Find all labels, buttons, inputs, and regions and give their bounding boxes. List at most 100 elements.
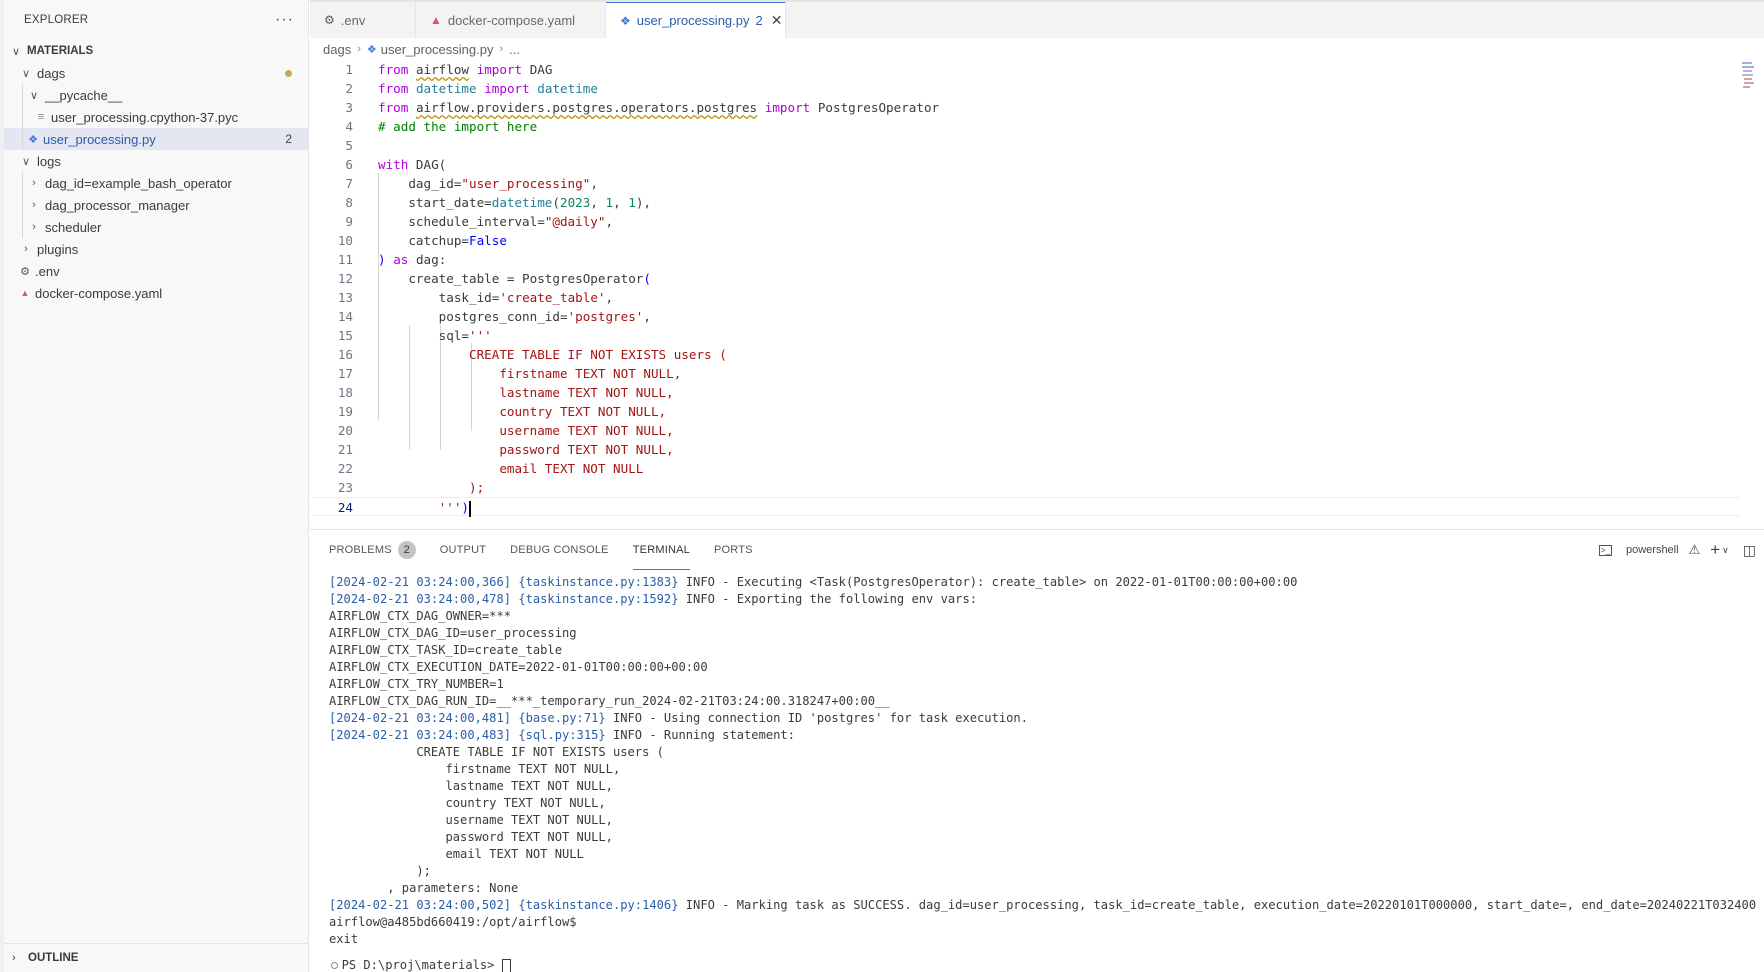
code-line-19: 19 country TEXT NOT NULL, — [337, 404, 667, 419]
log-message: username TEXT NOT NULL, — [329, 813, 613, 827]
log-message: INFO - Using connection ID 'postgres' fo… — [605, 711, 1028, 725]
code-line-8: 8 start_date=datetime(2023, 1, 1), — [345, 195, 652, 210]
tree-item-dag-processor-manager[interactable]: › dag_processor_manager — [4, 194, 308, 216]
code-line-20: 20 username TEXT NOT NULL, — [337, 423, 674, 438]
log-source[interactable]: {taskinstance.py:1592} — [518, 592, 678, 606]
terminal-prompt[interactable]: PS D:\proj\materials> — [316, 938, 511, 972]
problem-count-badge: 2 — [285, 132, 292, 146]
tree-item-dags[interactable]: ∨ dags — [4, 62, 308, 84]
terminal-shell-selector[interactable]: >_ powershell — [1589, 544, 1679, 556]
python-icon: ❖ — [366, 43, 377, 56]
code-line-5: 5 — [345, 138, 353, 153]
log-message: AIRFLOW_CTX_DAG_ID=user_processing — [329, 626, 577, 640]
terminal-line: AIRFLOW_CTX_TRY_NUMBER=1 — [329, 676, 1764, 693]
log-source[interactable]: {taskinstance.py:1383} — [518, 575, 678, 589]
tree-item-scheduler[interactable]: › scheduler — [4, 216, 308, 238]
code-line-2: 2 from datetime import datetime — [345, 81, 598, 96]
prompt-text: PS D:\proj\materials> — [341, 958, 502, 972]
tab-docker-compose[interactable]: ▲ docker-compose.yaml — [416, 2, 606, 38]
indent-guide — [22, 84, 23, 106]
warning-icon[interactable]: ⚠ — [1689, 542, 1701, 558]
tab-env[interactable]: ⚙ .env — [310, 2, 416, 38]
terminal-line: AIRFLOW_CTX_DAG_ID=user_processing — [329, 625, 1764, 642]
terminal-output[interactable]: [2024-02-21 03:24:00,366] {taskinstance.… — [329, 574, 1764, 948]
tab-problems[interactable]: PROBLEMS 2 — [329, 530, 416, 570]
tree-item-label: dag_processor_manager — [45, 197, 190, 213]
prompt-status-icon — [330, 962, 338, 969]
tree-item-label: user_processing.cpython-37.pyc — [51, 109, 239, 125]
terminal-line: country TEXT NOT NULL, — [329, 795, 1764, 812]
terminal-line: [2024-02-21 03:24:00,481] {base.py:71} I… — [329, 710, 1764, 727]
tree-item-dag-id-example-bash-operator[interactable]: › dag_id=example_bash_operator — [4, 172, 308, 194]
gear-icon: ⚙ — [324, 13, 335, 27]
minimap-preview-icon — [1742, 62, 1754, 88]
breadcrumb-more[interactable]: ... — [509, 42, 520, 57]
log-message: lastname TEXT NOT NULL, — [329, 779, 613, 793]
more-actions-icon[interactable]: ··· — [275, 11, 294, 29]
tab-label: PROBLEMS — [329, 544, 392, 556]
tab-terminal[interactable]: TERMINAL — [632, 530, 690, 570]
chevron-right-icon: › — [32, 177, 36, 189]
tree-item-user-processing-py[interactable]: ❖ user_processing.py 2 — [4, 128, 308, 150]
tree-item-plugins[interactable]: › plugins — [4, 238, 308, 260]
gear-icon: ⚙ — [20, 265, 30, 278]
chevron-down-icon: ∨ — [21, 155, 31, 168]
python-icon: ❖ — [28, 133, 38, 146]
code-editor[interactable]: 1 from airflow import DAG 2 from datetime … — [310, 60, 1754, 520]
modified-dot-icon — [285, 69, 292, 77]
chevron-down-icon[interactable]: ∨ — [1722, 545, 1729, 556]
code-line-12: 12 create_table = PostgresOperator( — [337, 271, 651, 286]
code-line-23: 23 ); — [337, 480, 485, 495]
tab-output[interactable]: OUTPUT — [440, 530, 486, 570]
code-line-4: 4 # add the import here — [345, 119, 538, 134]
code-line-10: 10 catchup=False — [337, 233, 507, 248]
terminal-line: airflow@a485bd660419:/opt/airflow$ — [329, 914, 1764, 931]
tree-item-label: __pycache__ — [45, 87, 123, 103]
tree-item-env[interactable]: ⚙ .env — [4, 260, 308, 282]
terminal-line: [2024-02-21 03:24:00,483] {sql.py:315} I… — [329, 727, 1764, 744]
tree-root-materials[interactable]: ∨ MATERIALS — [4, 40, 308, 62]
terminal-line: , parameters: None — [329, 880, 1764, 897]
shell-name: powershell — [1625, 544, 1679, 556]
tree-item-docker-compose-yaml[interactable]: ▲ docker-compose.yaml — [4, 282, 308, 304]
log-message: AIRFLOW_CTX_TASK_ID=create_table — [329, 643, 562, 657]
log-timestamp: [2024-02-21 03:24:00,366] — [329, 575, 512, 589]
tab-ports[interactable]: PORTS — [714, 530, 753, 570]
log-message: ); — [329, 864, 431, 878]
explorer-header: EXPLORER ··· — [4, 0, 308, 40]
breadcrumb-file[interactable]: user_processing.py — [381, 42, 494, 57]
log-message: AIRFLOW_CTX_DAG_RUN_ID=__***_temporary_r… — [329, 694, 890, 708]
python-icon: ❖ — [620, 13, 631, 28]
tab-label: docker-compose.yaml — [447, 12, 576, 28]
terminal-line: username TEXT NOT NULL, — [329, 812, 1764, 829]
tree-item-label: scheduler — [45, 219, 102, 235]
chevron-right-icon: › — [12, 951, 16, 964]
tab-label: user_processing.py — [636, 13, 750, 28]
outline-section[interactable]: › OUTLINE — [4, 943, 308, 971]
close-icon[interactable]: ✕ — [771, 12, 783, 29]
log-message: AIRFLOW_CTX_EXECUTION_DATE=2022-01-01T00… — [329, 660, 708, 674]
chevron-right-icon: › — [32, 221, 36, 233]
tree-item-label: dag_id=example_bash_operator — [45, 175, 232, 191]
tree-item-logs[interactable]: ∨ logs — [4, 150, 308, 172]
log-source[interactable]: {base.py:71} — [518, 711, 605, 725]
add-terminal-icon[interactable]: + — [1710, 540, 1720, 560]
tree-item-user-processing-cpython-37-pyc[interactable]: ≡ user_processing.cpython-37.pyc — [4, 106, 308, 128]
minimap[interactable] — [1740, 60, 1754, 100]
terminal-line: [2024-02-21 03:24:00,478] {taskinstance.… — [329, 591, 1764, 608]
terminal-line: password TEXT NOT NULL, — [329, 829, 1764, 846]
code-line-1: 1 from airflow import DAG — [345, 62, 553, 77]
tab-label: DEBUG CONSOLE — [510, 544, 609, 556]
tree-item-label: .env — [35, 263, 60, 279]
tab-user-processing[interactable]: ❖ user_processing.py 2 ✕ — [606, 2, 786, 38]
log-source[interactable]: {taskinstance.py:1406} — [518, 898, 678, 912]
log-source[interactable]: {sql.py:315} — [518, 728, 605, 742]
text-cursor — [469, 500, 471, 517]
chevron-right-icon: › — [32, 199, 36, 211]
split-terminal-icon[interactable]: ◫ — [1743, 542, 1756, 559]
code-line-14: 14 postgres_conn_id='postgres', — [337, 309, 651, 324]
tab-debug-console[interactable]: DEBUG CONSOLE — [510, 530, 609, 570]
tree-item-pycache[interactable]: ∨ __pycache__ — [4, 84, 308, 106]
breadcrumb-folder[interactable]: dags — [323, 42, 351, 57]
docker-icon: ▲ — [430, 13, 442, 27]
